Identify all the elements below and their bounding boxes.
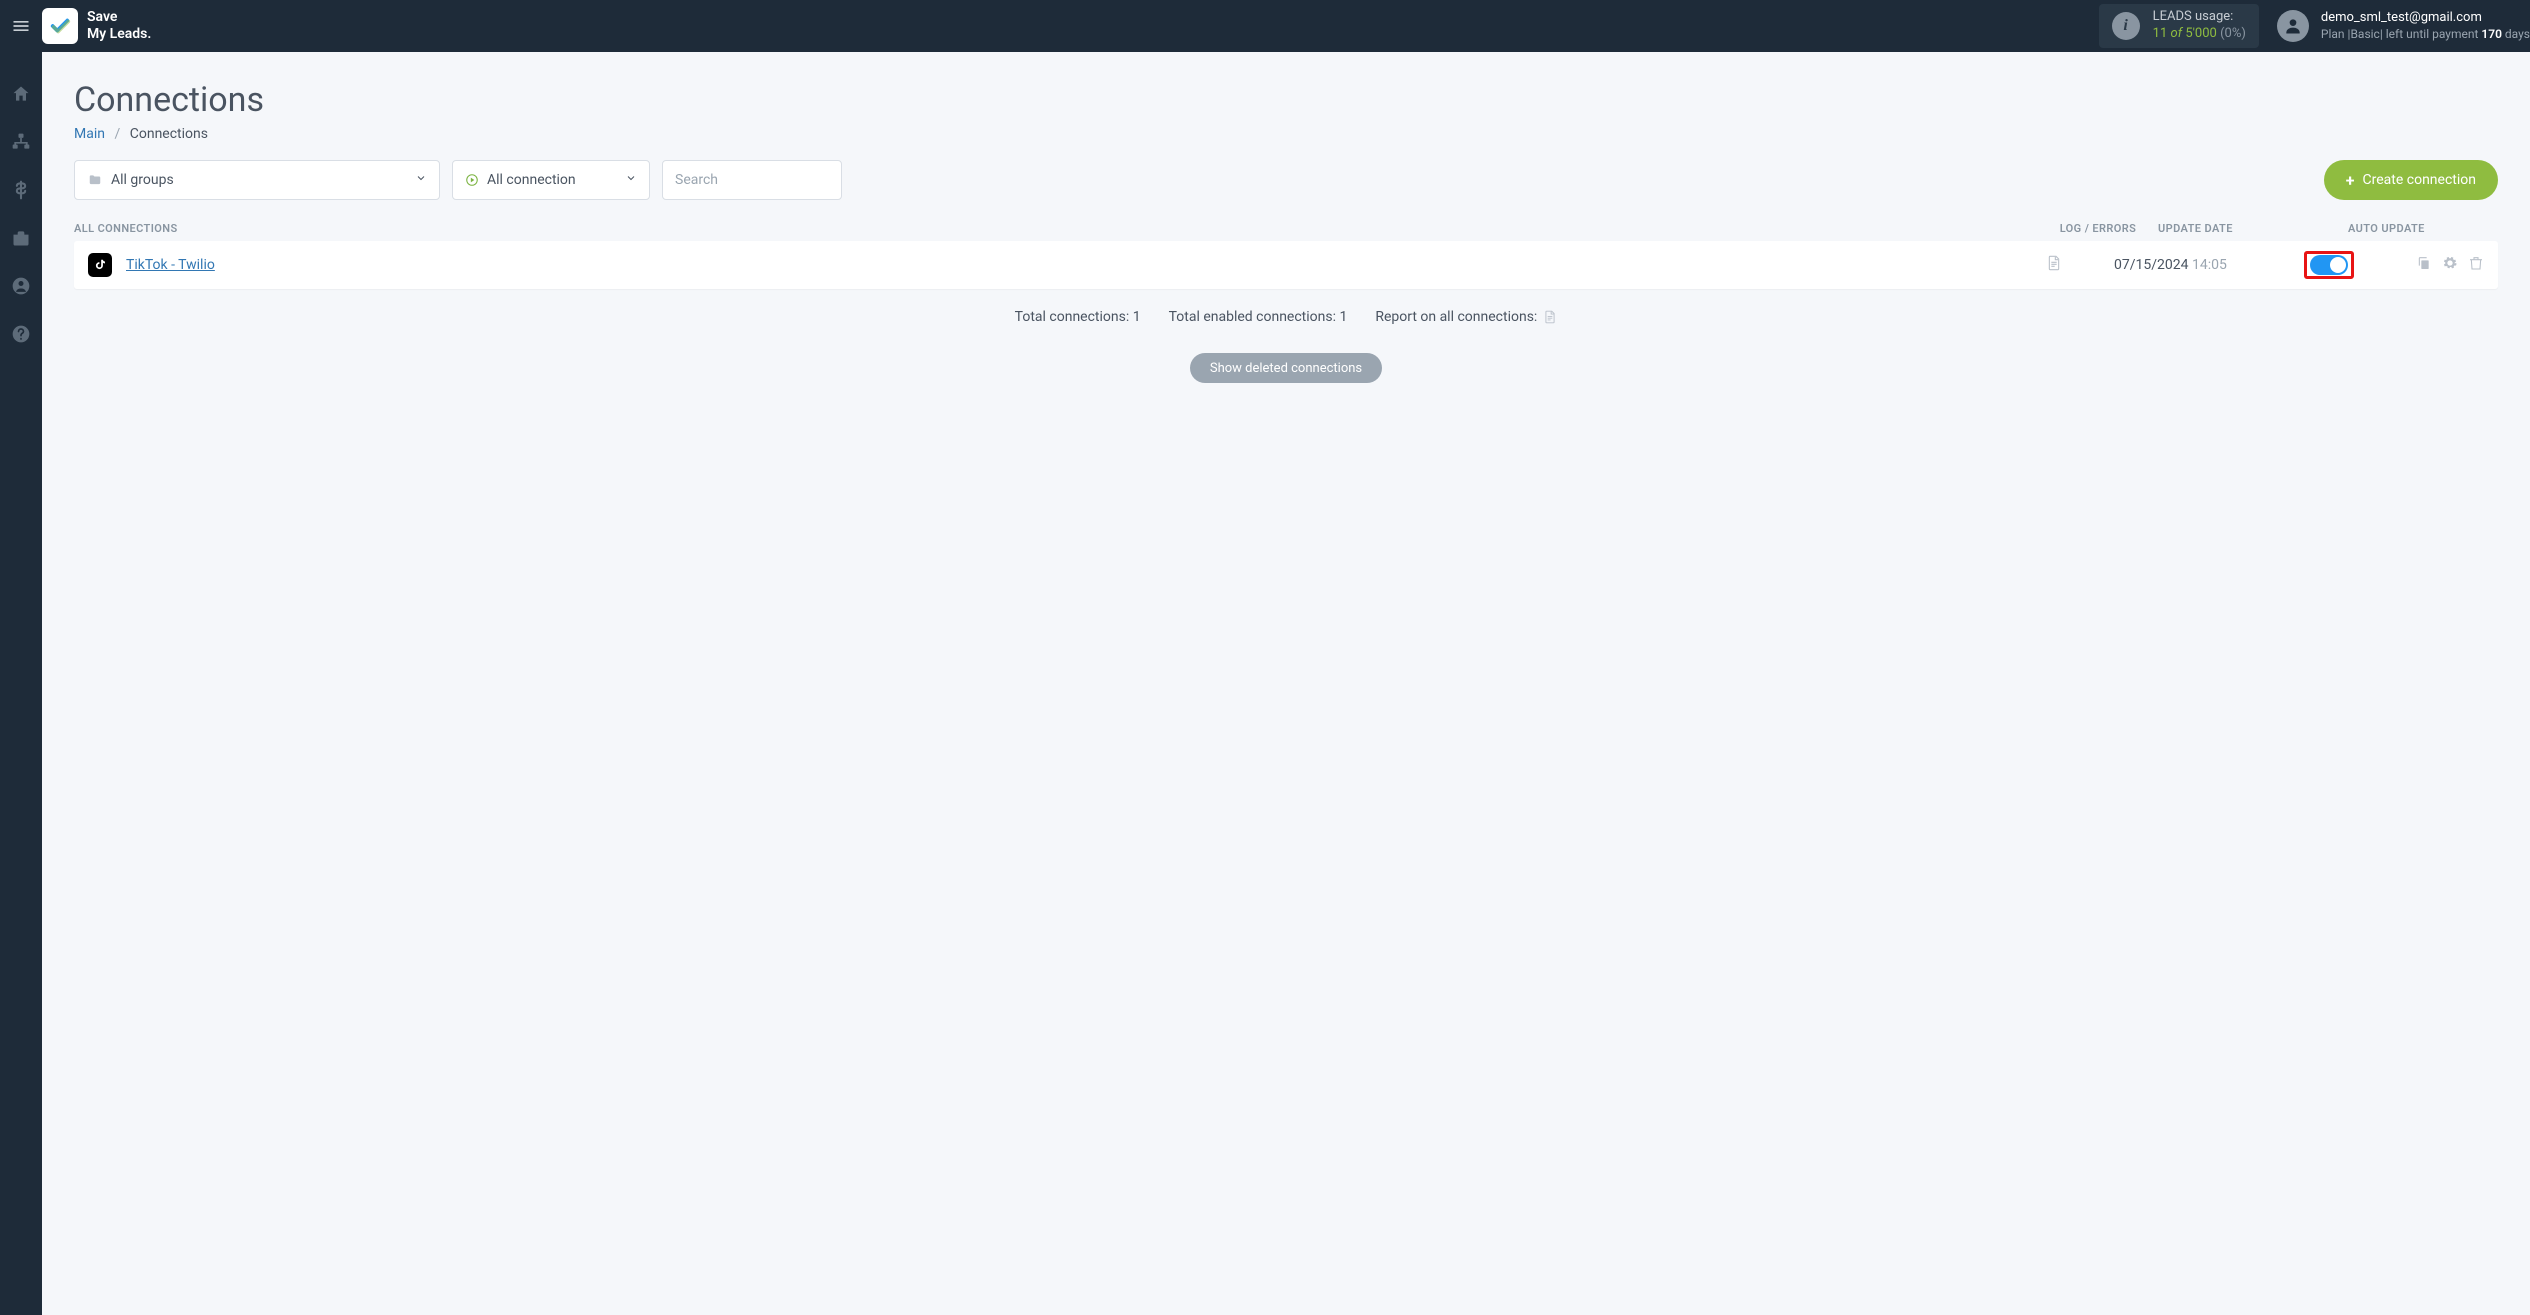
gear-icon[interactable] bbox=[2442, 255, 2458, 275]
total-enabled: Total enabled connections: 1 bbox=[1169, 309, 1348, 325]
brand[interactable]: Save My Leads. bbox=[42, 8, 151, 44]
menu-button[interactable] bbox=[0, 0, 42, 52]
sidebar-item-home[interactable] bbox=[0, 80, 42, 108]
chevron-down-icon bbox=[415, 172, 427, 188]
leads-usage-text: LEADS usage: 11 of 5'000 (0%) bbox=[2153, 9, 2246, 43]
sidebar-item-billing[interactable] bbox=[0, 176, 42, 204]
connection-row: TikTok - Twilio 07/15/2024 14:05 bbox=[74, 241, 2498, 289]
account-plan: Plan |Basic| left until payment 170 days bbox=[2321, 27, 2530, 43]
auto-update-highlight bbox=[2304, 251, 2354, 279]
brand-text: Save My Leads. bbox=[87, 9, 151, 43]
table-header: ALL CONNECTIONS LOG / ERRORS UPDATE DATE… bbox=[74, 212, 2498, 241]
update-date: 07/15/2024 14:05 bbox=[2104, 257, 2294, 273]
main-content: Connections Main / Connections All group… bbox=[42, 52, 2530, 1315]
page-title: Connections bbox=[74, 80, 2498, 120]
top-bar: Save My Leads. i LEADS usage: 11 of 5'00… bbox=[0, 0, 2530, 52]
sidebar bbox=[0, 52, 42, 1315]
account-email: demo_sml_test@gmail.com bbox=[2321, 10, 2530, 27]
account-menu[interactable]: demo_sml_test@gmail.com Plan |Basic| lef… bbox=[2277, 10, 2530, 42]
log-button[interactable] bbox=[2004, 254, 2104, 276]
plus-icon: + bbox=[2346, 171, 2355, 190]
status-dropdown[interactable]: All connection bbox=[452, 160, 650, 200]
folder-icon bbox=[87, 173, 103, 187]
copy-icon[interactable] bbox=[2416, 255, 2432, 275]
info-icon: i bbox=[2112, 12, 2140, 40]
row-actions bbox=[2416, 255, 2484, 275]
file-icon bbox=[1543, 309, 1557, 325]
sidebar-item-toolbox[interactable] bbox=[0, 224, 42, 252]
sidebar-item-profile[interactable] bbox=[0, 272, 42, 300]
auto-update-toggle[interactable] bbox=[2310, 255, 2348, 275]
breadcrumb-main[interactable]: Main bbox=[74, 126, 105, 142]
col-header-auto: AUTO UPDATE bbox=[2338, 222, 2498, 235]
report-all[interactable]: Report on all connections: bbox=[1375, 309, 1557, 325]
total-connections: Total connections: 1 bbox=[1015, 309, 1141, 325]
col-header-log: LOG / ERRORS bbox=[2048, 222, 2148, 235]
tiktok-icon bbox=[88, 253, 112, 277]
breadcrumb: Main / Connections bbox=[74, 126, 2498, 142]
sidebar-item-connections[interactable] bbox=[0, 128, 42, 156]
breadcrumb-current: Connections bbox=[130, 126, 208, 142]
logo-icon bbox=[42, 8, 78, 44]
col-header-connections: ALL CONNECTIONS bbox=[74, 222, 2048, 235]
groups-dropdown[interactable]: All groups bbox=[74, 160, 440, 200]
search-input[interactable] bbox=[662, 160, 842, 200]
show-deleted-button[interactable]: Show deleted connections bbox=[1190, 353, 1382, 383]
play-circle-icon bbox=[465, 173, 479, 187]
connection-name-link[interactable]: TikTok - Twilio bbox=[126, 257, 2004, 273]
leads-usage-box[interactable]: i LEADS usage: 11 of 5'000 (0%) bbox=[2099, 4, 2259, 48]
chevron-down-icon bbox=[625, 172, 637, 188]
summary-row: Total connections: 1 Total enabled conne… bbox=[74, 309, 2498, 325]
trash-icon[interactable] bbox=[2468, 255, 2484, 275]
create-connection-button[interactable]: + Create connection bbox=[2324, 160, 2498, 200]
col-header-date: UPDATE DATE bbox=[2148, 222, 2338, 235]
filters-row: All groups All connection + Create conne… bbox=[74, 160, 2498, 200]
avatar-icon bbox=[2277, 10, 2309, 42]
sidebar-item-help[interactable] bbox=[0, 320, 42, 348]
